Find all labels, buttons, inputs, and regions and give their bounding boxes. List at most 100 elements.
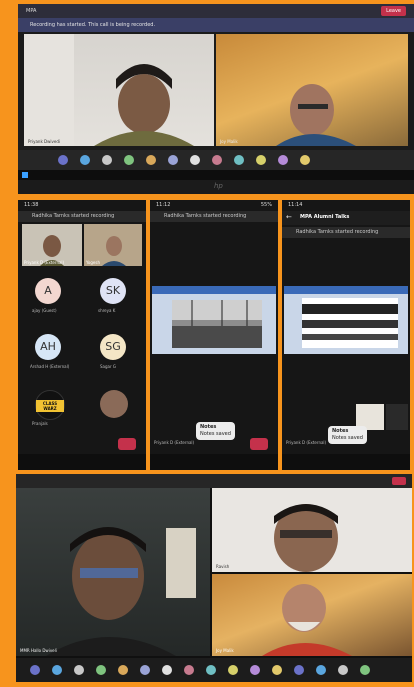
participant-avatar-icon[interactable] [102,155,112,165]
meeting-topbar [16,474,412,488]
participant-avatar-icon[interactable] [300,155,310,165]
battery-level: 55% [260,202,272,208]
participant-avatar-icon[interactable] [190,155,200,165]
meeting-controls [18,150,414,170]
participant-name: Ravish [216,564,230,569]
toast-body: Notes saved [200,431,231,437]
participant-avatar-icon[interactable] [184,665,194,675]
status-bar: 11:38 [18,200,146,211]
participant-avatar[interactable]: SG [100,334,126,360]
recording-banner: Radhika Tarnks started recording [18,211,146,222]
notes-toast: Notes Notes saved [328,426,367,444]
notes-toast: Notes Notes saved [196,422,235,440]
status-time: 11:12 [156,202,171,208]
participant-avatar[interactable]: A [35,278,61,304]
toast-title: Notes [200,424,217,430]
participant-image-left [46,527,196,656]
brand-logo: hp [214,182,223,190]
status-bar: 11:12 55% [150,200,278,211]
participant-avatar-icon[interactable] [278,155,288,165]
participant-avatar-icon[interactable] [228,665,238,675]
participant-name: MMR Hallo Dwiveli [20,648,57,653]
participant-avatar[interactable]: AH [35,334,61,360]
taskbar [18,170,414,180]
video-tile-left: MMR Hallo Dwiveli [16,488,210,656]
leave-button[interactable]: Leave [381,6,406,16]
participant-avatar-icon[interactable] [272,665,282,675]
logo-text: CLASS WARZ [36,400,64,412]
meeting-title: MPA Alumni Talks [300,214,350,220]
participant-name: Priyank D (External) [154,440,195,445]
bottom-meeting-screen: MMR Hallo Dwiveli Ravish Joy Malik [16,474,412,682]
participant-name: Joy Malik [216,648,234,653]
participant-avatar-icon[interactable] [234,155,244,165]
participant-avatar-icon[interactable] [146,155,156,165]
video-tile-bottom-right: Joy Malik [212,574,412,656]
participant-avatar-icon[interactable] [96,665,106,675]
participant-name: Priyank Dwivedi [28,139,60,144]
participant-avatar-icon[interactable] [30,665,40,675]
recording-banner: Radhika Tarnks started recording [150,211,278,222]
slide-image [284,286,408,348]
participant-avatar-icon[interactable] [162,665,172,675]
status-time: 11:14 [288,202,303,208]
participant-avatar-icon[interactable] [52,665,62,675]
recording-banner: Radhika Tarnks started recording [282,227,410,238]
participant-name: Sagar G [100,364,116,369]
android-nav-bar [282,454,410,470]
video-tile-top-right: Ravish [212,488,412,572]
android-nav-bar [150,454,278,470]
participant-avatar-icon[interactable] [74,665,84,675]
participant-name: Arshad H (External) [30,364,70,369]
participant-avatar-icon[interactable] [168,155,178,165]
participant-avatar-icon[interactable] [338,665,348,675]
phone-screen-1: 11:38 Radhika Tarnks started recording P… [18,200,146,470]
video-tile: Priyank D (External) [22,224,82,266]
window-titlebar: MPA Leave [18,4,414,18]
status-time: 11:38 [24,202,39,208]
status-bar: 11:14 [282,200,410,211]
phone-screen-3: 11:14 ← MPA Alumni Talks Radhika Tarnks … [282,200,410,470]
participant-name: shreya K [98,308,116,313]
participant-avatar-icon[interactable] [140,665,150,675]
participant-avatar-icon[interactable] [294,665,304,675]
phone-screen-2: 11:12 55% Radhika Tarnks started recordi… [150,200,278,470]
participant-avatar-icon[interactable] [360,665,370,675]
end-call-button[interactable] [118,438,136,450]
video-tile-right: Joy Malik [216,34,408,146]
toast-title: Notes [332,428,349,434]
participant-avatar-icon[interactable] [206,665,216,675]
end-call-button[interactable] [250,438,268,450]
participant-avatar-icon[interactable] [250,665,260,675]
participant-avatar-icon[interactable] [256,155,266,165]
participant-avatar-icon[interactable] [58,155,68,165]
windows-start-icon[interactable] [22,172,28,178]
participant-photo-avatar[interactable] [100,390,128,418]
meeting-header: ← MPA Alumni Talks [282,211,410,225]
participant-name: Joy Malik [220,139,238,144]
slide-image [152,286,276,348]
participant-image-left [24,34,194,146]
video-tile [386,404,408,430]
participant-name: Yogesh [86,260,100,265]
video-tile-left: Priyank Dwivedi [24,34,214,146]
back-arrow-icon[interactable]: ← [286,213,292,221]
video-tile: Yogesh [84,224,142,266]
meeting-controls [16,658,412,682]
participant-avatar-icon[interactable] [80,155,90,165]
participant-name: Priyank D (External) [286,440,327,445]
participant-image-top-right [274,504,338,572]
participant-name: Priyank D (External) [24,260,65,265]
participant-avatar-icon[interactable] [118,665,128,675]
participant-avatar[interactable]: SK [100,278,126,304]
participant-avatar-icon[interactable] [212,155,222,165]
class-warz-logo[interactable]: CLASS WARZ [35,390,65,420]
shared-slide [284,286,408,354]
shared-slide [152,286,276,354]
participant-avatar-icon[interactable] [124,155,134,165]
recording-notice: Recording has started. This call is bein… [18,18,414,32]
participant-image-bottom-right [262,584,352,656]
participant-image-right [276,84,356,146]
leave-button[interactable] [392,477,406,485]
participant-avatar-icon[interactable] [316,665,326,675]
